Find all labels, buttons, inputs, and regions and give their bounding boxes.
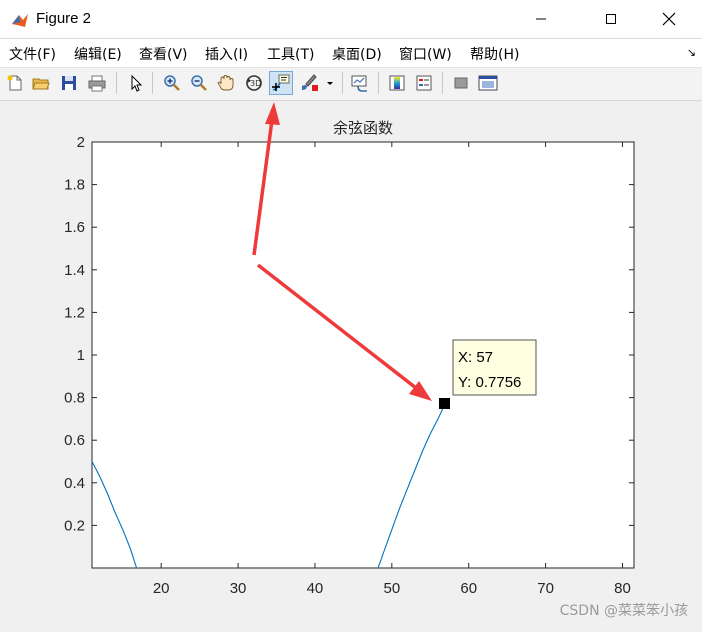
window-titlebar: Figure 2: [0, 0, 702, 39]
pan-icon[interactable]: [214, 71, 238, 95]
brush-icon[interactable]: [297, 71, 321, 95]
save-icon[interactable]: [57, 71, 81, 95]
menu-file[interactable]: 文件(F): [9, 44, 56, 64]
menu-tools[interactable]: 工具(T): [267, 44, 314, 64]
menu-help[interactable]: 帮助(H): [470, 44, 519, 64]
legend-icon[interactable]: [412, 71, 436, 95]
datatip-x-label: X: 57: [458, 349, 493, 366]
show-plot-tools-icon[interactable]: [476, 71, 500, 95]
hide-plot-tools-icon[interactable]: [449, 71, 473, 95]
menu-bar: 文件(F) 编辑(E) 查看(V) 插入(I) 工具(T) 桌面(D) 窗口(W…: [0, 39, 702, 68]
y-tick-label: 0.2: [64, 517, 85, 534]
y-tick-label: 1.4: [64, 262, 85, 279]
window-title: Figure 2: [36, 10, 92, 27]
menu-view[interactable]: 查看(V): [139, 44, 188, 64]
minimize-button[interactable]: [518, 0, 564, 38]
open-file-icon[interactable]: [29, 71, 53, 95]
plot-area[interactable]: 余弦函数 0.2 0.4 0.6 0.8 1 1.2 1.4 1.6 1.8 2 20 30 40 50…: [0, 101, 702, 628]
link-plot-icon[interactable]: [348, 71, 372, 95]
y-tick-label: 1: [77, 347, 85, 364]
colorbar-icon[interactable]: [385, 71, 409, 95]
y-tick-label: 2: [77, 134, 85, 151]
y-tick-label: 0.8: [64, 390, 85, 407]
dock-arrow-icon[interactable]: ↘: [687, 46, 696, 59]
edit-plot-icon[interactable]: [124, 71, 148, 95]
x-tick-label: 60: [460, 580, 477, 597]
maximize-icon: [606, 14, 616, 24]
x-tick-label: 30: [230, 580, 247, 597]
svg-text:3D: 3D: [250, 79, 261, 88]
arrowhead-up: [265, 102, 280, 125]
datatip-y-label: Y: 0.7756: [458, 374, 521, 391]
x-tick-label: 50: [383, 580, 400, 597]
zoom-in-icon[interactable]: [160, 71, 184, 95]
y-tick-label: 0.4: [64, 475, 85, 492]
menu-window[interactable]: 窗口(W): [399, 44, 452, 64]
x-tick-label: 80: [614, 580, 631, 597]
x-tick-label: 20: [153, 580, 170, 597]
y-tick-label: 0.6: [64, 432, 85, 449]
zoom-out-icon[interactable]: [187, 71, 211, 95]
toolbar-separator: [116, 72, 117, 94]
new-figure-icon[interactable]: [3, 71, 27, 95]
toolbar-separator: [342, 72, 343, 94]
y-tick-label: 1.8: [64, 177, 85, 194]
y-tick-label: 1.6: [64, 219, 85, 236]
axes-box: [91, 141, 635, 569]
watermark: CSDN @菜菜笨小孩: [560, 603, 688, 619]
rotate-3d-icon[interactable]: 3D: [242, 71, 266, 95]
x-tick-label: 40: [307, 580, 324, 597]
menu-insert[interactable]: 插入(I): [205, 44, 248, 64]
print-icon[interactable]: [85, 71, 109, 95]
figure-canvas: 余弦函数 0.2 0.4 0.6 0.8 1 1.2 1.4 1.6 1.8 2 20 30 40 50…: [0, 101, 702, 628]
x-tick-label: 70: [537, 580, 554, 597]
chart-title: 余弦函数: [333, 119, 393, 137]
matlab-logo-icon: [12, 14, 28, 27]
close-button[interactable]: [646, 0, 692, 38]
menu-desktop[interactable]: 桌面(D): [332, 44, 382, 64]
figure-toolbar: 3D: [0, 68, 702, 101]
toolbar-separator: [442, 72, 443, 94]
data-cursor-icon[interactable]: [269, 71, 293, 95]
y-tick-label: 1.2: [64, 304, 85, 321]
toolbar-separator: [152, 72, 153, 94]
close-icon: [662, 12, 676, 26]
minimize-icon: [536, 18, 546, 20]
menu-edit[interactable]: 编辑(E): [74, 44, 122, 64]
datatip-marker[interactable]: [439, 398, 450, 409]
maximize-button[interactable]: [588, 0, 634, 38]
toolbar-separator: [378, 72, 379, 94]
brush-dropdown-icon[interactable]: [323, 71, 337, 95]
